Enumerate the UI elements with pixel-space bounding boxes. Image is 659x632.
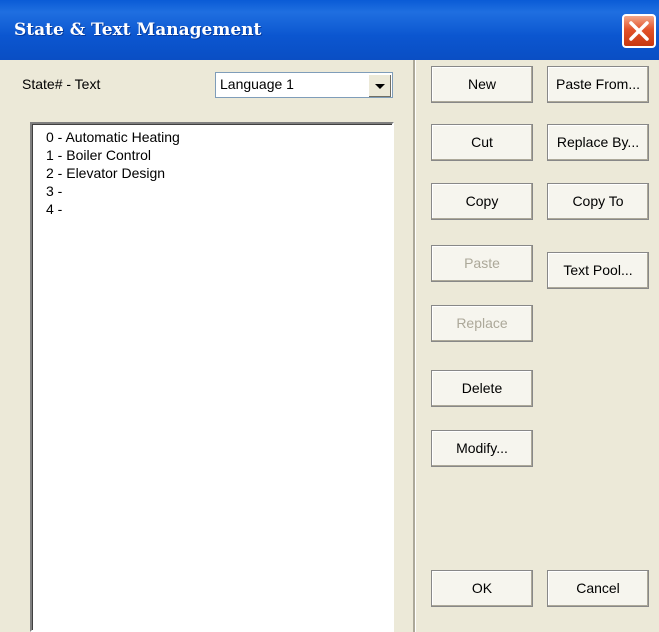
paste-button[interactable]: Paste (431, 245, 533, 282)
list-item[interactable]: 4 - (46, 200, 62, 218)
copy-button[interactable]: Copy (431, 183, 533, 220)
modify-button[interactable]: Modify... (431, 430, 533, 467)
close-button[interactable] (622, 14, 656, 48)
list-item[interactable]: 2 - Elevator Design (46, 164, 165, 182)
chevron-down-icon[interactable] (368, 74, 391, 97)
cancel-button[interactable]: Cancel (547, 570, 649, 607)
new-button[interactable]: New (431, 66, 533, 103)
dialog-window: State & Text Management State# - Text La… (0, 0, 659, 632)
list-item[interactable]: 1 - Boiler Control (46, 146, 151, 164)
panel-divider (413, 60, 416, 632)
replace-button[interactable]: Replace (431, 305, 533, 342)
text-pool-button[interactable]: Text Pool... (547, 252, 649, 289)
list-item[interactable]: 3 - (46, 182, 62, 200)
language-select-value: Language 1 (220, 76, 294, 92)
list-item[interactable]: 0 - Automatic Heating (46, 128, 180, 146)
replace-by-button[interactable]: Replace By... (547, 124, 649, 161)
title-bar[interactable]: State & Text Management (0, 0, 659, 60)
ok-button[interactable]: OK (431, 570, 533, 607)
state-list[interactable]: 0 - Automatic Heating 1 - Boiler Control… (30, 122, 394, 632)
paste-from-button[interactable]: Paste From... (547, 66, 649, 103)
language-select[interactable]: Language 1 (215, 72, 393, 98)
close-icon (629, 21, 649, 41)
state-text-label: State# - Text (22, 76, 101, 92)
delete-button[interactable]: Delete (431, 370, 533, 407)
window-title: State & Text Management (14, 20, 262, 40)
copy-to-button[interactable]: Copy To (547, 183, 649, 220)
button-panel: New Cut Copy Paste Replace Delete Modify… (417, 60, 659, 632)
left-panel: State# - Text Language 1 0 - Automatic H… (0, 60, 413, 632)
cut-button[interactable]: Cut (431, 124, 533, 161)
